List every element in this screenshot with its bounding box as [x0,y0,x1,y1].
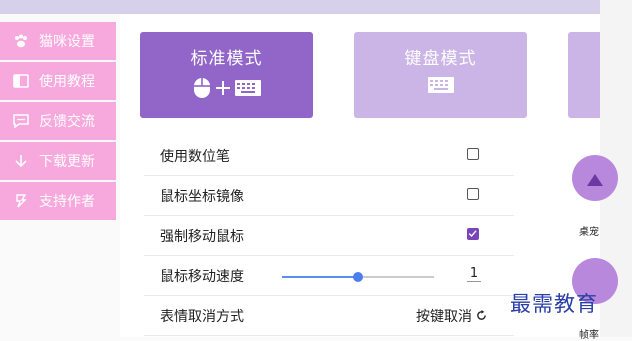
paw-icon [12,32,30,50]
sidebar-item-download[interactable]: 下载更新 [0,142,116,180]
refresh-icon [477,310,487,320]
setting-row-mirror: 鼠标坐标镜像 [144,176,514,216]
pen-checkbox[interactable] [467,148,479,160]
setting-row-cancel: 表情取消方式 按键取消 [144,296,514,336]
force-move-checkbox[interactable] [467,228,479,240]
speed-slider[interactable] [282,272,434,282]
mirror-checkbox[interactable] [467,188,479,200]
cancel-mode-select[interactable]: 按键取消 [416,306,487,326]
book-icon [12,72,30,90]
support-icon [12,192,30,210]
mode-card-standard[interactable]: 标准模式 [140,32,313,118]
mode-title: 标准模式 [190,49,263,69]
sidebar-item-label: 反馈交流 [39,114,95,130]
framerate-label: 帧率 [579,330,599,341]
sidebar-item-label: 使用教程 [39,74,95,90]
plus-icon [215,80,231,100]
setting-label: 强制移动鼠标 [160,229,244,245]
keyboard-icon [427,77,454,97]
title-bar [0,0,600,14]
mouse-icon [193,77,211,103]
slider-fill [282,276,358,278]
setting-row-force-move: 强制移动鼠标 [144,216,514,256]
mode-card-partial[interactable] [568,32,600,118]
desktop-pet-button[interactable] [572,155,618,201]
setting-row-speed: 鼠标移动速度 1 [144,256,514,296]
download-icon [12,152,30,170]
sidebar-item-cat-settings[interactable]: 猫咪设置 [0,22,116,60]
sidebar-item-feedback[interactable]: 反馈交流 [0,102,116,140]
sidebar-item-label: 猫咪设置 [39,34,95,50]
sidebar-item-support[interactable]: 支持作者 [0,182,116,220]
desktop-pet-label: 桌宠 [579,227,599,238]
mode-card-keyboard[interactable]: 键盘模式 [354,32,527,118]
setting-label: 鼠标坐标镜像 [160,189,244,205]
speed-value[interactable]: 1 [467,266,481,282]
setting-row-pen: 使用数位笔 [144,136,514,176]
sidebar-item-label: 下载更新 [39,154,95,170]
watermark: 最需教育 [510,292,598,316]
setting-label: 表情取消方式 [160,309,244,325]
cancel-mode-value: 按键取消 [416,309,472,325]
slider-thumb[interactable] [353,272,363,282]
check-icon [468,230,477,238]
house-icon [587,174,603,186]
chat-icon [12,112,30,130]
sidebar: 猫咪设置 使用教程 反馈交流 下载更新 支持作者 [0,14,120,337]
setting-label: 鼠标移动速度 [160,269,244,285]
sidebar-item-tutorial[interactable]: 使用教程 [0,62,116,100]
keyboard-icon [234,80,261,100]
mode-title: 键盘模式 [404,49,477,69]
setting-label: 使用数位笔 [160,149,230,165]
sidebar-item-label: 支持作者 [39,194,95,210]
